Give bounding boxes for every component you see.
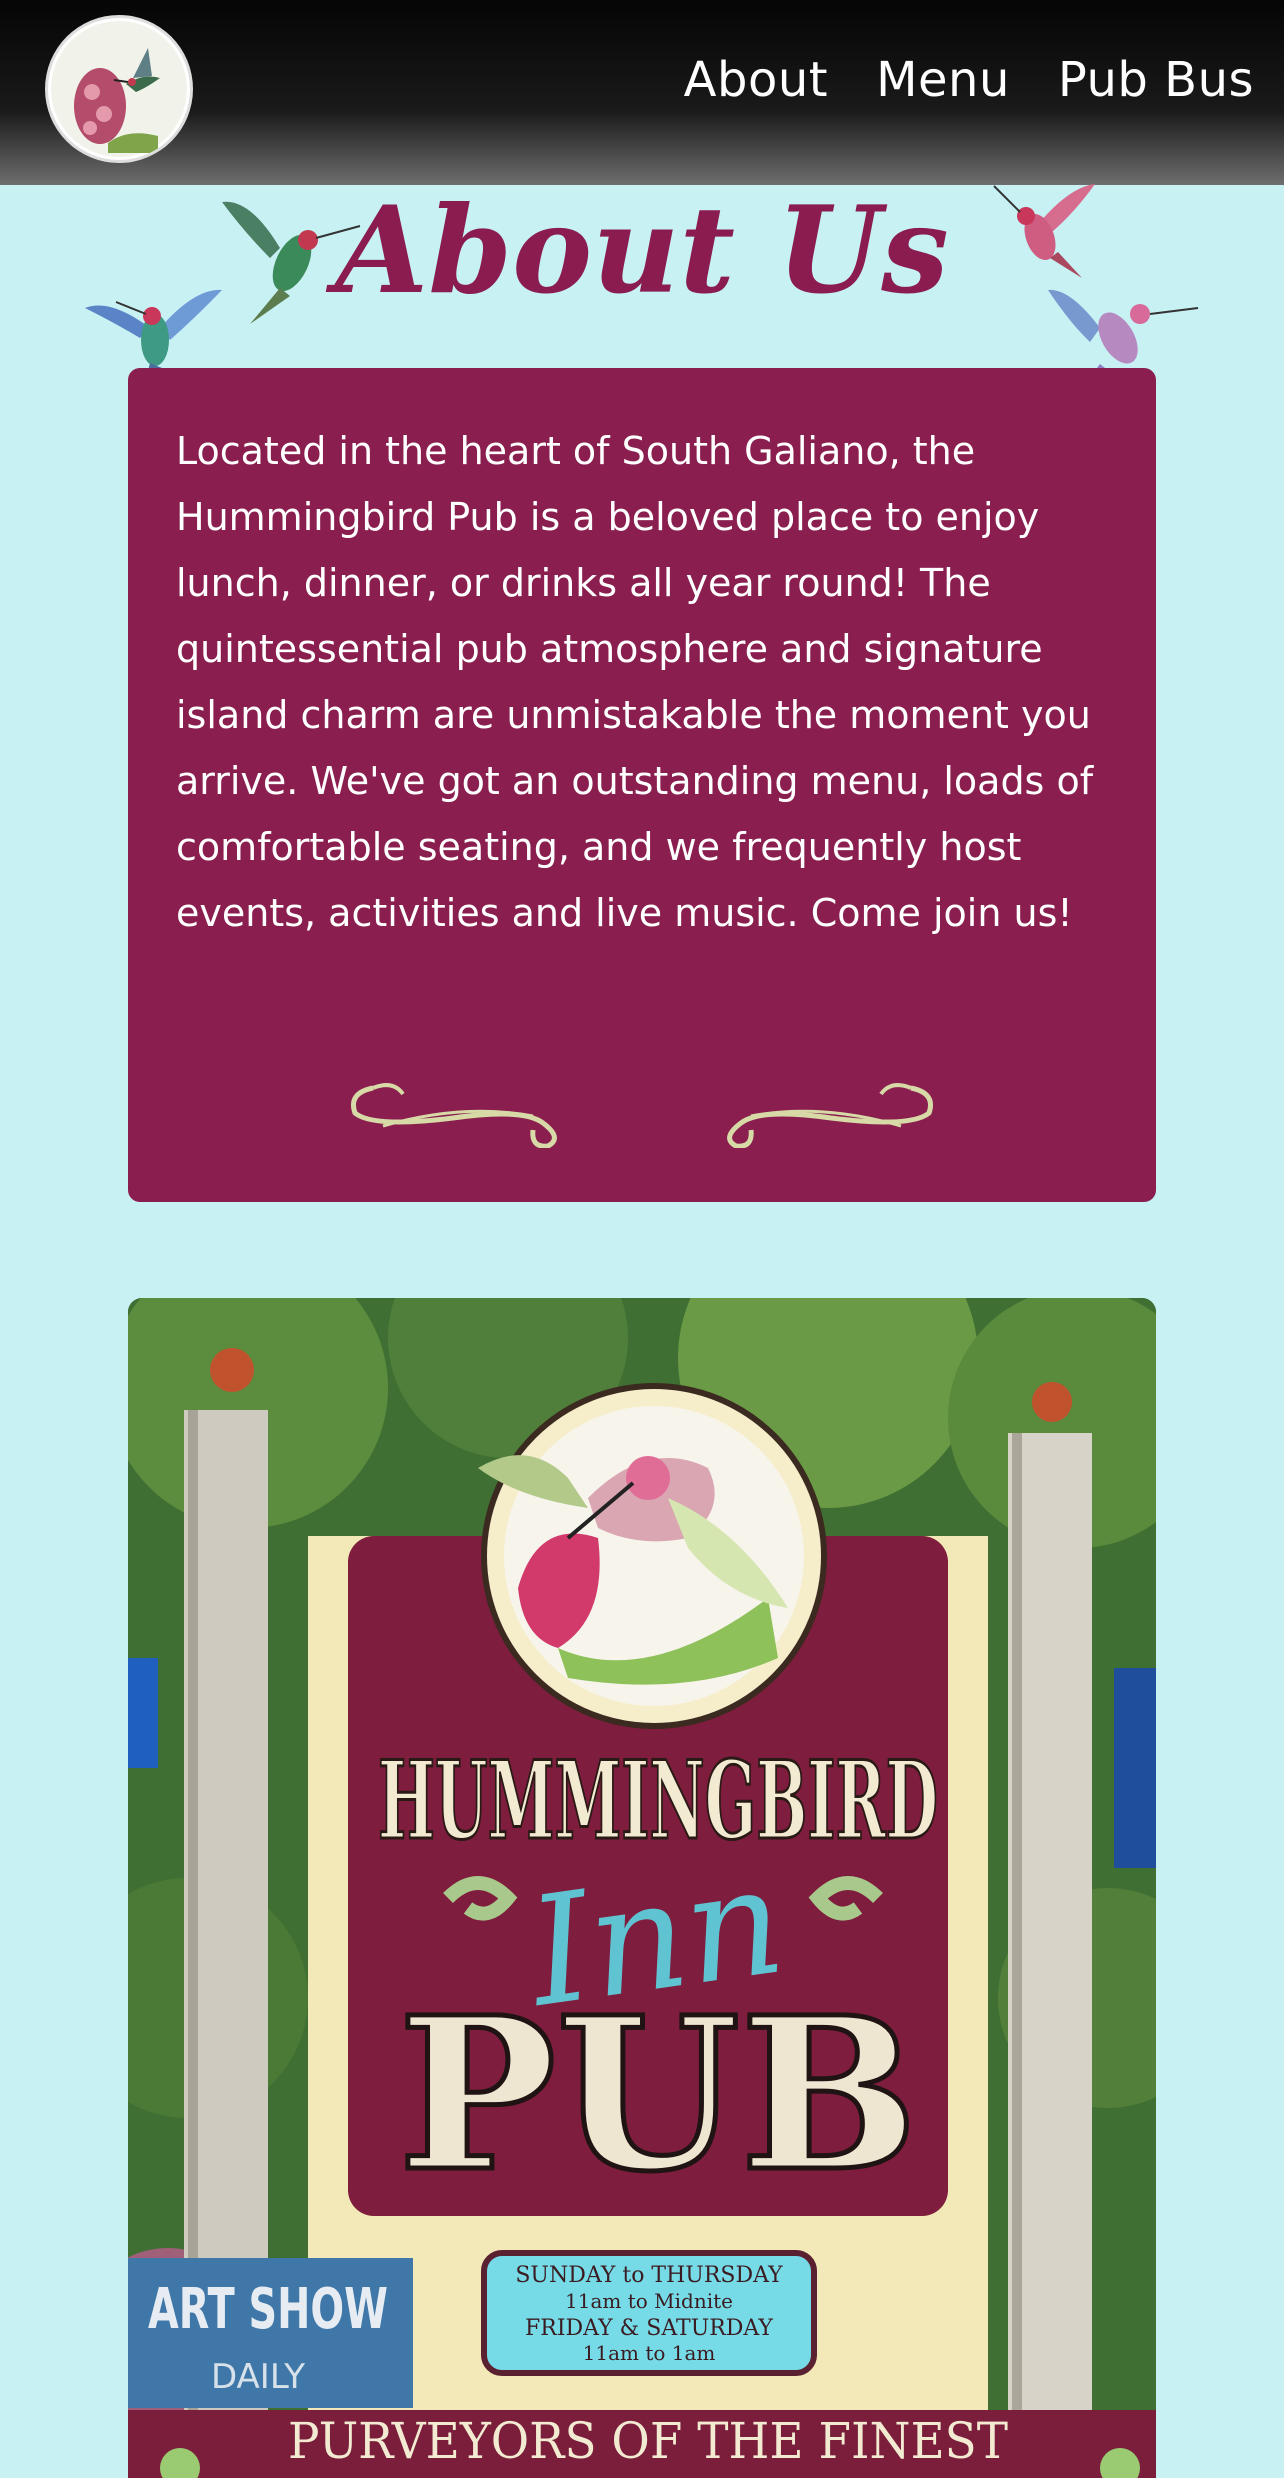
- page: About Menu Pub Bus About Us Located in t…: [0, 0, 1284, 2478]
- hours-line-4: 11am to 1am: [583, 2341, 716, 2365]
- about-card: Located in the heart of South Galiano, t…: [128, 368, 1156, 1202]
- art-show-text: ART SHOW: [148, 2277, 388, 2342]
- flourish-right-icon: [727, 1083, 933, 1148]
- pub-sign-photo: HUMMINGBIRD Inn PUB SUNDAY to THURSDAY 1…: [128, 1298, 1156, 2478]
- hummingbird-logo-icon[interactable]: [48, 18, 190, 160]
- sign-bottom-banner-text: PURVEYORS OF THE FINEST: [288, 2412, 1008, 2470]
- sign-pub-text: PUB: [398, 1971, 918, 2218]
- main-nav: About Menu Pub Bus: [684, 52, 1254, 108]
- nav-pub-bus-link[interactable]: Pub Bus: [1058, 52, 1254, 108]
- sign-hummingbird-text: HUMMINGBIRD: [378, 1738, 938, 1864]
- site-header: About Menu Pub Bus: [0, 0, 1284, 185]
- about-paragraph: Located in the heart of South Galiano, t…: [176, 429, 1094, 935]
- art-show-daily-text: DAILY: [211, 2357, 305, 2397]
- hours-line-2: 11am to Midnite: [565, 2289, 733, 2313]
- hours-line-3: FRIDAY & SATURDAY: [525, 2316, 773, 2341]
- flourish-left-icon: [351, 1083, 557, 1148]
- hours-line-1: SUNDAY to THURSDAY: [515, 2263, 783, 2288]
- nav-menu-link[interactable]: Menu: [876, 52, 1010, 108]
- nav-about-link[interactable]: About: [684, 52, 828, 108]
- page-title: About Us: [335, 180, 949, 321]
